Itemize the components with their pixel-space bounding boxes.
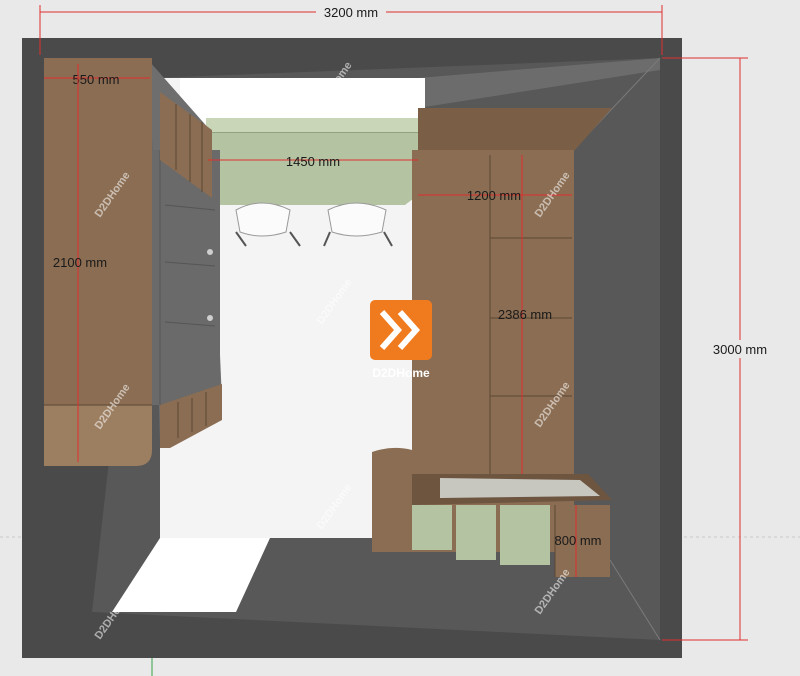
- dim-label-overall-width: 3200 mm: [324, 5, 378, 20]
- dim-label-1200: 1200 mm: [467, 188, 521, 203]
- dim-label-2100: 2100 mm: [53, 255, 107, 270]
- dim-label-1450: 1450 mm: [286, 154, 340, 169]
- dim-label-800: 800 mm: [555, 533, 602, 548]
- dim-label-2386: 2386 mm: [498, 307, 552, 322]
- d2dhome-logo: D2DHome: [370, 300, 432, 380]
- dim-label-550: 550 mm: [73, 72, 120, 87]
- window-sill: [206, 118, 420, 132]
- dim-label-overall-depth: 3000 mm: [713, 342, 767, 357]
- logo-text: D2DHome: [372, 366, 430, 380]
- room-plan-diagram: 3200 mm 3000 mm 550 mm 2100 mm 1450 mm 1…: [0, 0, 800, 676]
